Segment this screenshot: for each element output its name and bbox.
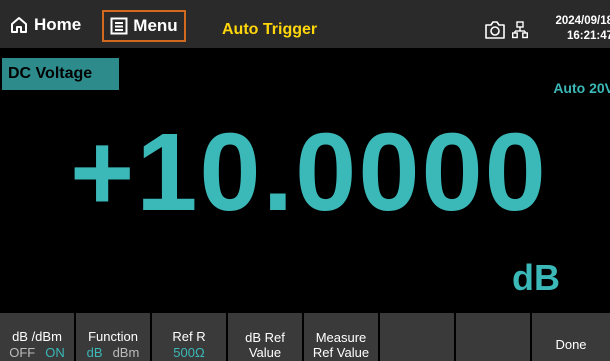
softkey-done[interactable]: Done bbox=[532, 313, 610, 361]
softkey-function[interactable]: Function dB dBm bbox=[76, 313, 152, 361]
menu-icon bbox=[110, 17, 128, 35]
home-button[interactable]: Home bbox=[10, 10, 81, 40]
softkey-empty-1[interactable] bbox=[380, 313, 456, 361]
softkey-label-line2: Ref Value bbox=[312, 345, 370, 360]
option-on: ON bbox=[45, 345, 65, 360]
time-text: 16:21:47 bbox=[566, 30, 610, 42]
top-bar: Home Menu Auto Trigger 2024/09/18 16:21:… bbox=[0, 0, 610, 48]
softkey-measure-ref-value[interactable]: Measure Ref Value bbox=[304, 313, 380, 361]
menu-label: Menu bbox=[133, 16, 178, 35]
softkey-value: 500Ω bbox=[173, 345, 205, 360]
option-db: dB bbox=[86, 345, 103, 360]
home-icon bbox=[10, 16, 28, 34]
date-text: 2024/09/18 bbox=[555, 15, 610, 27]
camera-icon[interactable] bbox=[484, 20, 506, 40]
softkey-label-line1: Measure bbox=[315, 330, 367, 345]
softkey-label: Ref R bbox=[172, 329, 206, 344]
softkey-label: Done bbox=[555, 337, 587, 352]
softkey-label-line2: Value bbox=[248, 345, 282, 360]
softkey-bar: dB /dBm OFF ON Function dB dBm Ref R 500Ω … bbox=[0, 313, 610, 361]
softkey-empty-2[interactable] bbox=[456, 313, 532, 361]
softkey-ref-r[interactable]: Ref R 500Ω bbox=[152, 313, 228, 361]
function-badge: DC Voltage bbox=[2, 58, 119, 90]
reading-unit: dB bbox=[512, 257, 560, 298]
softkey-label: Function bbox=[88, 329, 138, 344]
softkey-label: dB /dBm bbox=[12, 329, 62, 344]
softkey-db-dbm[interactable]: dB /dBm OFF ON bbox=[0, 313, 76, 361]
datetime: 2024/09/18 16:21:47 bbox=[543, 14, 610, 44]
option-off: OFF bbox=[9, 345, 36, 360]
softkey-db-ref-value[interactable]: dB Ref Value bbox=[228, 313, 304, 361]
range-indicator: Auto 20V bbox=[553, 80, 610, 96]
softkey-options: OFF ON bbox=[0, 345, 74, 360]
network-icon bbox=[511, 20, 529, 40]
main-reading: +10.0000 bbox=[70, 111, 548, 234]
menu-button[interactable]: Menu bbox=[102, 10, 186, 42]
softkey-label-line1: dB Ref bbox=[245, 330, 285, 345]
softkey-options: dB dBm bbox=[76, 345, 150, 360]
trigger-mode: Auto Trigger bbox=[222, 21, 318, 38]
home-label: Home bbox=[34, 15, 82, 34]
option-dbm: dBm bbox=[112, 345, 140, 360]
